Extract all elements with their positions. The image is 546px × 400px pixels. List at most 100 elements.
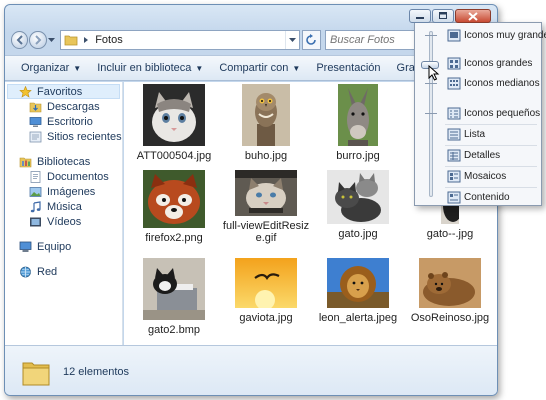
menu-item-small-icons[interactable]: Iconos pequeños: [447, 104, 541, 122]
minimize-icon: [416, 17, 424, 19]
file-item[interactable]: firefox2.png: [130, 170, 218, 244]
item-count: 12 elementos: [63, 366, 130, 378]
minimize-button[interactable]: [409, 9, 431, 23]
file-name: OsoReinoso.jpg: [410, 312, 490, 324]
small-icons-icon: [447, 107, 461, 119]
nav-desktop-label: Escritorio: [47, 115, 93, 128]
file-item[interactable]: OsoReinoso.jpg: [406, 258, 494, 324]
star-icon: [19, 85, 32, 98]
nav-network-label: Red: [37, 265, 58, 278]
refresh-button[interactable]: [301, 30, 321, 50]
cat-photo-icon: [235, 170, 297, 216]
network-icon: [20, 266, 31, 277]
file-item[interactable]: leon_alerta.jpeg: [314, 258, 402, 324]
back-arrow-icon: [16, 35, 23, 45]
tiles-view-icon: [447, 170, 461, 182]
menu-item-label: Iconos pequeños: [464, 107, 541, 119]
navigation-pane: Favoritos Descargas Escritorio Sitios re…: [5, 82, 123, 345]
chevron-down-icon: ▼: [292, 63, 301, 73]
maximize-icon: [439, 12, 447, 19]
menu-item-large-icons[interactable]: Iconos grandes: [447, 54, 541, 72]
recent-pages-dropdown[interactable]: [47, 31, 57, 49]
nav-videos[interactable]: Vídeos: [5, 214, 122, 229]
music-icon: [30, 200, 41, 212]
forward-button[interactable]: [29, 31, 47, 49]
nav-recent-label: Sitios recientes: [47, 130, 122, 143]
share-button[interactable]: Compartir con ▼: [211, 57, 308, 79]
nav-downloads[interactable]: Descargas: [5, 99, 122, 114]
address-bar[interactable]: Fotos: [60, 30, 300, 50]
maximize-button[interactable]: [432, 9, 454, 23]
nav-documents-label: Documentos: [47, 170, 109, 183]
address-dropdown[interactable]: [284, 31, 299, 49]
organize-label: Organizar: [21, 62, 70, 74]
view-slider-track[interactable]: [429, 31, 433, 197]
file-name: firefox2.png: [145, 232, 203, 244]
back-button[interactable]: [11, 31, 29, 49]
menu-item-medium-icons[interactable]: Iconos medianos: [447, 74, 541, 92]
bear-photo-icon: [419, 258, 481, 308]
nav-images[interactable]: Imágenes: [5, 184, 122, 199]
menu-item-label: Lista: [464, 128, 486, 140]
nav-libraries-label: Bibliotecas: [37, 155, 91, 168]
nav-desktop[interactable]: Escritorio: [5, 114, 122, 129]
file-item[interactable]: gato.jpg: [314, 170, 402, 240]
file-item[interactable]: gaviota.jpg: [222, 258, 310, 324]
file-name: buho.jpg: [244, 150, 288, 162]
file-name: burro.jpg: [336, 150, 380, 162]
file-name: leon_alerta.jpeg: [318, 312, 398, 324]
chevron-down-icon: [47, 37, 55, 42]
cats-photo-icon: [327, 170, 389, 224]
view-menu: Iconos muy grandes Iconos grandes Iconos…: [414, 22, 546, 206]
nav-network[interactable]: Red: [5, 264, 122, 279]
chevron-down-icon: [288, 37, 296, 42]
slideshow-button[interactable]: Presentación: [308, 57, 388, 79]
file-item[interactable]: full-viewEditResize.gif: [222, 170, 310, 244]
file-item[interactable]: ATT000504.jpg: [130, 84, 218, 162]
cat-printer-photo-icon: [143, 258, 205, 320]
menu-item-tiles[interactable]: Mosaicos: [447, 167, 541, 185]
nav-favorites[interactable]: Favoritos: [7, 84, 120, 99]
file-name: full-viewEditResize.gif: [222, 220, 310, 244]
menu-item-label: Mosaicos: [464, 170, 507, 182]
organize-button[interactable]: Organizar ▼: [13, 57, 89, 79]
chevron-down-icon: ▼: [73, 63, 82, 73]
videos-icon: [30, 217, 41, 226]
include-library-button[interactable]: Incluir en biblioteca ▼: [89, 57, 211, 79]
nav-recent[interactable]: Sitios recientes: [5, 129, 122, 144]
close-button[interactable]: [455, 9, 491, 23]
menu-item-list[interactable]: Lista: [447, 125, 541, 143]
computer-icon: [19, 241, 32, 252]
file-item[interactable]: buho.jpg: [222, 84, 310, 162]
file-item[interactable]: gato2.bmp: [130, 258, 218, 336]
menu-item-details[interactable]: Detalles: [447, 146, 541, 164]
menu-item-content[interactable]: Contenido: [447, 188, 541, 206]
window-controls: [409, 9, 491, 23]
file-item[interactable]: burro.jpg: [314, 84, 402, 162]
downloads-icon: [29, 102, 42, 112]
file-name: gato2.bmp: [148, 324, 200, 336]
desktop-icon: [29, 116, 42, 127]
nav-libraries[interactable]: Bibliotecas: [5, 154, 122, 169]
documents-icon: [30, 170, 41, 183]
menu-item-extra-large-icons[interactable]: Iconos muy grandes: [447, 26, 546, 44]
content-view-icon: [447, 191, 461, 203]
extra-large-icons-icon: [447, 29, 461, 41]
close-icon: [468, 11, 478, 21]
nav-documents[interactable]: Documentos: [5, 169, 122, 184]
folder-icon: [64, 35, 78, 46]
refresh-icon: [306, 34, 317, 45]
mouse-cursor-icon: [428, 65, 440, 81]
nav-music-label: Música: [47, 200, 82, 213]
nav-computer[interactable]: Equipo: [5, 239, 122, 254]
nav-computer-label: Equipo: [37, 240, 72, 253]
file-name: gato--.jpg: [426, 228, 474, 240]
forward-arrow-icon: [35, 35, 42, 45]
nav-images-label: Imágenes: [47, 185, 96, 198]
slideshow-label: Presentación: [316, 62, 381, 74]
lion-photo-icon: [327, 258, 389, 308]
list-view-icon: [447, 128, 461, 140]
nav-music[interactable]: Música: [5, 199, 122, 214]
include-library-label: Incluir en biblioteca: [97, 62, 192, 74]
folder-icon: [22, 362, 50, 386]
